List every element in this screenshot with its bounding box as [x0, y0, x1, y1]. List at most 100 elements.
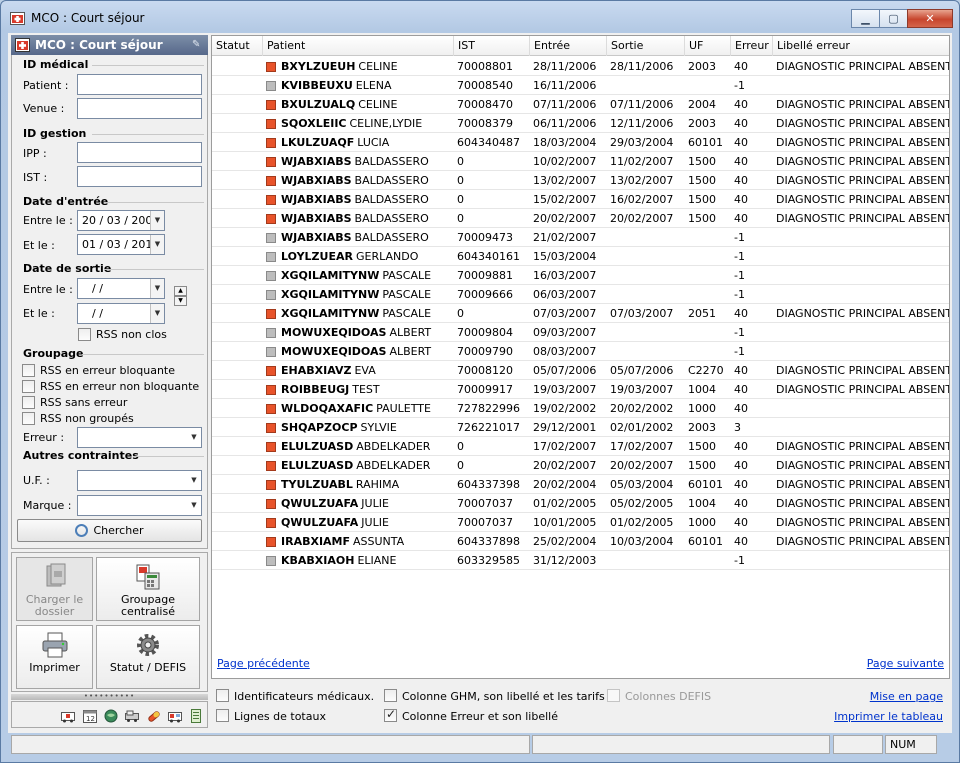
table-row[interactable]: LOYLZUEAR GERLANDO 604340161 15/03/2004 -1 — [212, 247, 949, 266]
table-row[interactable]: ROIBBEUGJ TEST 70009917 19/03/2007 19/03/200… — [212, 380, 949, 399]
table-row[interactable]: XGQILAMITYNW PASCALE 0 07/03/2007 07/03/2007… — [212, 304, 949, 323]
table-row[interactable]: QWULZUAFA JULIE 70007037 10/01/2005 01/02/20… — [212, 513, 949, 532]
rss-non-clos-checkbox[interactable] — [78, 328, 91, 341]
spin-down-icon[interactable]: ▼ — [174, 296, 187, 306]
cell-ist: 0 — [457, 440, 464, 453]
sortie-spinner[interactable]: ▲ ▼ — [174, 286, 187, 306]
col-ghm-checkbox[interactable] — [384, 689, 397, 702]
title-bar: MCO : Court séjour ▁ ▢ ✕ — [1, 1, 959, 35]
chevron-down-icon[interactable]: ▼ — [187, 428, 201, 447]
col-sortie[interactable]: Sortie — [606, 36, 684, 56]
groupage-option-checkbox[interactable] — [22, 364, 35, 377]
document-icon[interactable] — [189, 709, 203, 723]
spin-up-icon[interactable]: ▲ — [174, 286, 187, 296]
col-patient[interactable]: Patient — [262, 36, 453, 56]
table-row[interactable]: QWULZUAFA JULIE 70007037 01/02/2005 05/02/20… — [212, 494, 949, 513]
col-defis-checkbox[interactable] — [607, 689, 620, 702]
chevron-down-icon[interactable]: ▼ — [150, 304, 164, 323]
table-row[interactable]: BXULZUALQ CELINE 70008470 07/11/2006 07/11/2… — [212, 95, 949, 114]
cell-statut — [212, 247, 262, 266]
patient-input[interactable] — [77, 74, 202, 95]
chevron-down-icon[interactable]: ▼ — [150, 211, 164, 230]
table-row[interactable]: IRABXIAMF ASSUNTA 604337898 25/02/2004 10/03… — [212, 532, 949, 551]
col-statut[interactable]: Statut — [212, 36, 262, 56]
groupage-option-checkbox[interactable] — [22, 412, 35, 425]
table-row[interactable]: TYULZUABL RAHIMA 604337398 20/02/2004 05/03/… — [212, 475, 949, 494]
table-row[interactable]: WJABXIABS BALDASSERO 0 13/02/2007 13/02/2007… — [212, 171, 949, 190]
sortie-from-value: / / — [92, 282, 103, 295]
cell-ist: 70008470 — [457, 98, 513, 111]
pin-icon[interactable]: ✎ — [192, 39, 203, 50]
groupage-centralise-button[interactable]: Groupage centralisé — [96, 557, 200, 621]
col-entree[interactable]: Entrée — [529, 36, 606, 56]
cell-patient: QWULZUAFA JULIE — [263, 494, 453, 513]
entree-to-date[interactable]: 01 / 03 / 2012 ▼ — [77, 234, 165, 255]
prev-page-link[interactable]: Page précédente — [217, 657, 310, 670]
table-row[interactable]: ELULZUASD ABDELKADER 0 20/02/2007 20/02/2007… — [212, 456, 949, 475]
patient-label: Patient : — [23, 79, 69, 92]
groupage-option-checkbox[interactable] — [22, 380, 35, 393]
chevron-down-icon[interactable]: ▼ — [150, 235, 164, 254]
ambulance-icon-2[interactable] — [168, 709, 182, 723]
table-row[interactable]: XGQILAMITYNW PASCALE 70009666 06/03/2007 -1 — [212, 285, 949, 304]
imprimer-tableau-link[interactable]: Imprimer le tableau — [834, 710, 943, 723]
cell-sortie: 05/02/2005 — [610, 497, 674, 510]
minimize-button[interactable]: ▁ — [851, 9, 880, 28]
globe-icon[interactable] — [104, 709, 118, 723]
table-row[interactable]: SHQAPZOCP SYLVIE 726221017 29/12/2001 02/01/… — [212, 418, 949, 437]
table-row[interactable]: MOWUXEQIDOAS ALBERT 70009790 08/03/2007 -1 — [212, 342, 949, 361]
maximize-button[interactable]: ▢ — [879, 9, 908, 28]
chevron-down-icon[interactable]: ▼ — [150, 279, 164, 298]
table-row[interactable]: LKULZUAQF LUCIA 604340487 18/03/2004 29/03/2… — [212, 133, 949, 152]
table-row[interactable]: XGQILAMITYNW PASCALE 70009881 16/03/2007 -1 — [212, 266, 949, 285]
table-row[interactable]: WJABXIABS BALDASSERO 0 20/02/2007 20/02/2007… — [212, 209, 949, 228]
cell-uf: 2051 — [688, 307, 716, 320]
lignes-totaux-checkbox[interactable] — [216, 709, 229, 722]
table-row[interactable]: EHABXIAVZ EVA 70008120 05/07/2006 05/07/2006… — [212, 361, 949, 380]
ist-input[interactable] — [77, 166, 202, 187]
calendar-icon[interactable]: 12 — [83, 709, 97, 723]
ambulance-icon[interactable] — [61, 709, 75, 723]
erreur-select[interactable]: ▼ — [77, 427, 202, 448]
chevron-down-icon[interactable]: ▼ — [187, 471, 201, 490]
ident-medicaux-checkbox[interactable] — [216, 689, 229, 702]
status-error-icon — [266, 157, 276, 167]
col-erreur[interactable]: Erreur — [730, 36, 772, 56]
patient-code: LKULZUAQF — [281, 136, 355, 149]
col-erreur-checkbox[interactable] — [384, 707, 397, 722]
col-uf[interactable]: UF — [684, 36, 730, 56]
groupage-option-checkbox[interactable] — [22, 396, 35, 409]
table-row[interactable]: KVIBBEUXU ELENA 70008540 16/11/2006 -1 — [212, 76, 949, 95]
col-libelle[interactable]: Libellé erreur — [772, 36, 949, 56]
marque-select[interactable]: ▼ — [77, 495, 202, 516]
search-button[interactable]: Chercher — [17, 519, 202, 542]
venue-input[interactable] — [77, 98, 202, 119]
table-row[interactable]: WJABXIABS BALDASSERO 0 15/02/2007 16/02/2007… — [212, 190, 949, 209]
pill-icon[interactable] — [147, 709, 161, 723]
table-row[interactable]: ELULZUASD ABDELKADER 0 17/02/2007 17/02/2007… — [212, 437, 949, 456]
table-row[interactable]: WJABXIABS BALDASSERO 70009473 21/02/2007 -1 — [212, 228, 949, 247]
statut-defis-button[interactable]: Statut / DEFIS — [96, 625, 200, 689]
chevron-down-icon[interactable]: ▼ — [187, 496, 201, 515]
table-row[interactable]: WJABXIABS BALDASSERO 0 10/02/2007 11/02/2007… — [212, 152, 949, 171]
col-ist[interactable]: IST — [453, 36, 529, 56]
table-row[interactable]: KBABXIAOH ELIANE 603329585 31/12/2003 -1 — [212, 551, 949, 570]
ipp-input[interactable] — [77, 142, 202, 163]
cell-statut — [212, 418, 262, 437]
next-page-link[interactable]: Page suivante — [867, 657, 944, 670]
table-row[interactable]: WLDOQAXAFIC PAULETTE 727822996 19/02/2002 20… — [212, 399, 949, 418]
charger-dossier-button[interactable]: Charger le dossier — [16, 557, 93, 621]
entree-from-date[interactable]: 20 / 03 / 2001 ▼ — [77, 210, 165, 231]
splitter-grip[interactable]: •••••••••• — [11, 693, 208, 700]
cell-entree: 07/11/2006 — [533, 98, 597, 111]
mise-en-page-link[interactable]: Mise en page — [870, 690, 943, 703]
transport-icon[interactable] — [125, 709, 139, 723]
imprimer-button[interactable]: Imprimer — [16, 625, 93, 689]
sortie-to-date[interactable]: / / ▼ — [77, 303, 165, 324]
sortie-from-date[interactable]: / / ▼ — [77, 278, 165, 299]
table-row[interactable]: BXYLZUEUH CELINE 70008801 28/11/2006 28/11/2… — [212, 57, 949, 76]
table-row[interactable]: MOWUXEQIDOAS ALBERT 70009804 09/03/2007 -1 — [212, 323, 949, 342]
close-button[interactable]: ✕ — [907, 9, 953, 28]
table-row[interactable]: SQOXLEIIC CELINE,LYDIE 70008379 06/11/2006 1… — [212, 114, 949, 133]
uf-select[interactable]: ▼ — [77, 470, 202, 491]
